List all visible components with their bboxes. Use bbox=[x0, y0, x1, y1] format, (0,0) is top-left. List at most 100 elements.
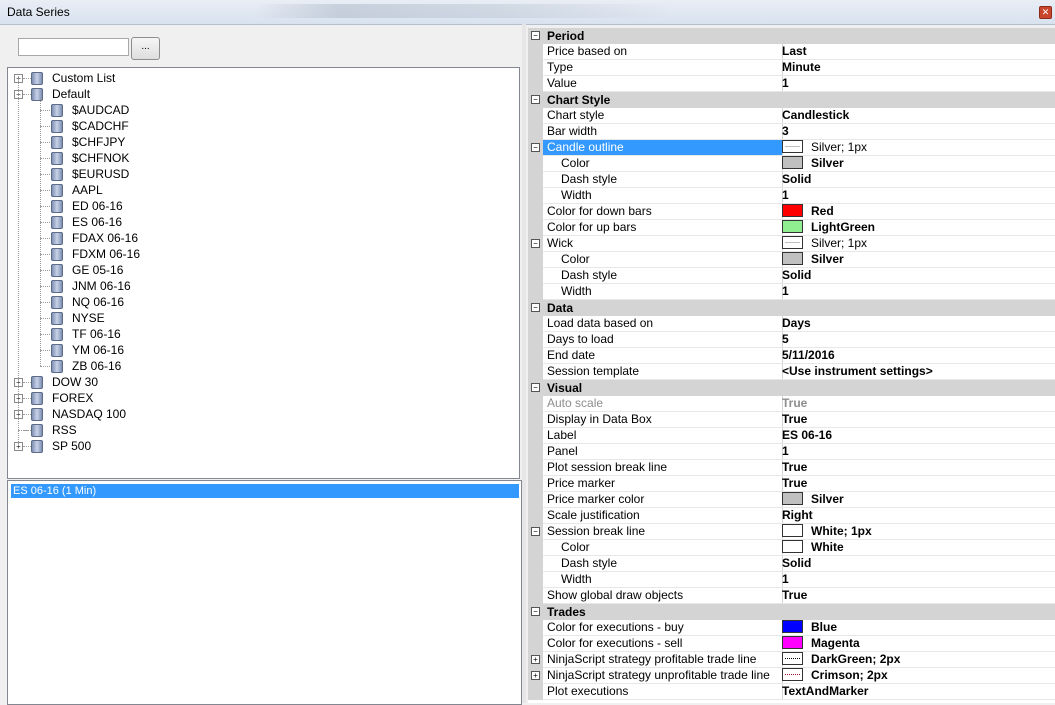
property-value[interactable]: 1 bbox=[779, 188, 1055, 204]
property-row[interactable]: Load data based on Days bbox=[528, 316, 1055, 332]
property-row[interactable]: Bar width 3 bbox=[528, 124, 1055, 140]
property-value[interactable]: Minute bbox=[779, 60, 1055, 76]
property-name[interactable]: Session template bbox=[543, 364, 783, 380]
property-row[interactable]: Dash style Solid bbox=[528, 268, 1055, 284]
property-row[interactable]: − Wick Silver; 1px bbox=[528, 236, 1055, 252]
property-row[interactable]: Width 1 bbox=[528, 284, 1055, 300]
collapse-icon[interactable]: − bbox=[531, 31, 540, 40]
property-value[interactable]: LightGreen bbox=[779, 220, 1055, 236]
property-name[interactable]: Scale justification bbox=[543, 508, 783, 524]
property-row[interactable]: Session template <Use instrument settings… bbox=[528, 364, 1055, 380]
collapse-icon[interactable]: − bbox=[531, 527, 540, 536]
property-row[interactable]: Days to load 5 bbox=[528, 332, 1055, 348]
property-row[interactable]: Auto scale True bbox=[528, 396, 1055, 412]
property-name[interactable]: Plot executions bbox=[543, 684, 783, 700]
property-name[interactable]: Color bbox=[543, 156, 783, 172]
property-row[interactable]: − Session break line White; 1px bbox=[528, 524, 1055, 540]
property-name[interactable]: Display in Data Box bbox=[543, 412, 783, 428]
property-value[interactable]: Crimson; 2px bbox=[779, 668, 1055, 684]
property-value[interactable]: Silver bbox=[779, 156, 1055, 172]
property-row[interactable]: Width 1 bbox=[528, 572, 1055, 588]
property-row[interactable]: Width 1 bbox=[528, 188, 1055, 204]
property-value[interactable]: Last bbox=[779, 44, 1055, 60]
browse-button[interactable]: ... bbox=[131, 37, 160, 60]
property-value[interactable]: Red bbox=[779, 204, 1055, 220]
property-value[interactable]: Solid bbox=[779, 268, 1055, 284]
property-value[interactable]: 1 bbox=[779, 444, 1055, 460]
property-row[interactable]: Label ES 06-16 bbox=[528, 428, 1055, 444]
property-name[interactable]: Show global draw objects bbox=[543, 588, 783, 604]
instrument-tree[interactable]: + Custom List − Default $AUDCAD $CADCHF $CHFJP… bbox=[7, 67, 520, 479]
property-name[interactable]: Value bbox=[543, 76, 783, 92]
property-row[interactable]: Price marker color Silver bbox=[528, 492, 1055, 508]
pane-splitter[interactable] bbox=[522, 24, 526, 703]
property-value[interactable]: White bbox=[779, 540, 1055, 556]
property-category[interactable]: − Data bbox=[528, 300, 1055, 316]
property-value[interactable]: Candlestick bbox=[779, 108, 1055, 124]
property-name[interactable]: Chart style bbox=[543, 108, 783, 124]
collapse-icon[interactable]: − bbox=[531, 383, 540, 392]
property-value[interactable]: Silver bbox=[779, 252, 1055, 268]
instrument-search-input[interactable] bbox=[18, 38, 129, 56]
property-name[interactable]: Wick bbox=[543, 236, 783, 252]
property-value[interactable]: Silver; 1px bbox=[779, 236, 1055, 252]
property-grid[interactable]: − Period Price based on Last Type Minute Value… bbox=[528, 28, 1055, 703]
property-value[interactable]: True bbox=[779, 460, 1055, 476]
property-row[interactable]: Chart style Candlestick bbox=[528, 108, 1055, 124]
collapse-icon[interactable]: − bbox=[531, 143, 540, 152]
property-name[interactable]: End date bbox=[543, 348, 783, 364]
property-row[interactable]: Dash style Solid bbox=[528, 556, 1055, 572]
property-value[interactable]: True bbox=[779, 396, 1055, 412]
property-value[interactable]: Solid bbox=[779, 556, 1055, 572]
property-value[interactable]: 1 bbox=[779, 76, 1055, 92]
collapse-icon[interactable]: − bbox=[531, 239, 540, 248]
property-value[interactable]: 1 bbox=[779, 284, 1055, 300]
property-value[interactable]: White; 1px bbox=[779, 524, 1055, 540]
property-name[interactable]: Price marker color bbox=[543, 492, 783, 508]
property-row[interactable]: Color for up bars LightGreen bbox=[528, 220, 1055, 236]
data-series-item[interactable]: ES 06-16 (1 Min) bbox=[11, 484, 519, 498]
property-name[interactable]: Auto scale bbox=[543, 396, 783, 412]
property-value[interactable]: TextAndMarker bbox=[779, 684, 1055, 700]
property-value[interactable]: 3 bbox=[779, 124, 1055, 140]
property-row[interactable]: Price based on Last bbox=[528, 44, 1055, 60]
property-value[interactable]: True bbox=[779, 588, 1055, 604]
property-name[interactable]: Price based on bbox=[543, 44, 783, 60]
property-name[interactable]: Dash style bbox=[543, 172, 783, 188]
property-name[interactable]: Color bbox=[543, 252, 783, 268]
property-value[interactable]: ES 06-16 bbox=[779, 428, 1055, 444]
property-name[interactable]: Color bbox=[543, 540, 783, 556]
property-value[interactable]: Right bbox=[779, 508, 1055, 524]
property-row[interactable]: Color for executions - buy Blue bbox=[528, 620, 1055, 636]
property-name[interactable]: Color for executions - sell bbox=[543, 636, 783, 652]
property-row[interactable]: Type Minute bbox=[528, 60, 1055, 76]
property-name[interactable]: Color for down bars bbox=[543, 204, 783, 220]
property-value[interactable]: 5/11/2016 bbox=[779, 348, 1055, 364]
collapse-icon[interactable]: − bbox=[531, 95, 540, 104]
property-value[interactable]: Blue bbox=[779, 620, 1055, 636]
property-row[interactable]: Color for executions - sell Magenta bbox=[528, 636, 1055, 652]
property-row[interactable]: Panel 1 bbox=[528, 444, 1055, 460]
collapse-icon[interactable]: − bbox=[531, 303, 540, 312]
property-name[interactable]: Days to load bbox=[543, 332, 783, 348]
property-name[interactable]: NinjaScript strategy profitable trade li… bbox=[543, 652, 783, 668]
property-name[interactable]: Session break line bbox=[543, 524, 783, 540]
property-row[interactable]: Show global draw objects True bbox=[528, 588, 1055, 604]
property-row[interactable]: Price marker True bbox=[528, 476, 1055, 492]
property-name[interactable]: Price marker bbox=[543, 476, 783, 492]
property-row[interactable]: Color Silver bbox=[528, 252, 1055, 268]
property-value[interactable]: Silver bbox=[779, 492, 1055, 508]
property-row[interactable]: Plot session break line True bbox=[528, 460, 1055, 476]
property-value[interactable]: Magenta bbox=[779, 636, 1055, 652]
property-value[interactable]: True bbox=[779, 476, 1055, 492]
property-category[interactable]: − Visual bbox=[528, 380, 1055, 396]
property-value[interactable]: Silver; 1px bbox=[779, 140, 1055, 156]
expand-icon[interactable]: + bbox=[531, 671, 540, 680]
property-name[interactable]: Width bbox=[543, 572, 783, 588]
property-row[interactable]: + NinjaScript strategy unprofitable trade… bbox=[528, 668, 1055, 684]
property-row[interactable]: Display in Data Box True bbox=[528, 412, 1055, 428]
property-name[interactable]: Color for up bars bbox=[543, 220, 783, 236]
property-row[interactable]: Color for down bars Red bbox=[528, 204, 1055, 220]
expand-icon[interactable]: + bbox=[531, 655, 540, 664]
property-name[interactable]: Panel bbox=[543, 444, 783, 460]
